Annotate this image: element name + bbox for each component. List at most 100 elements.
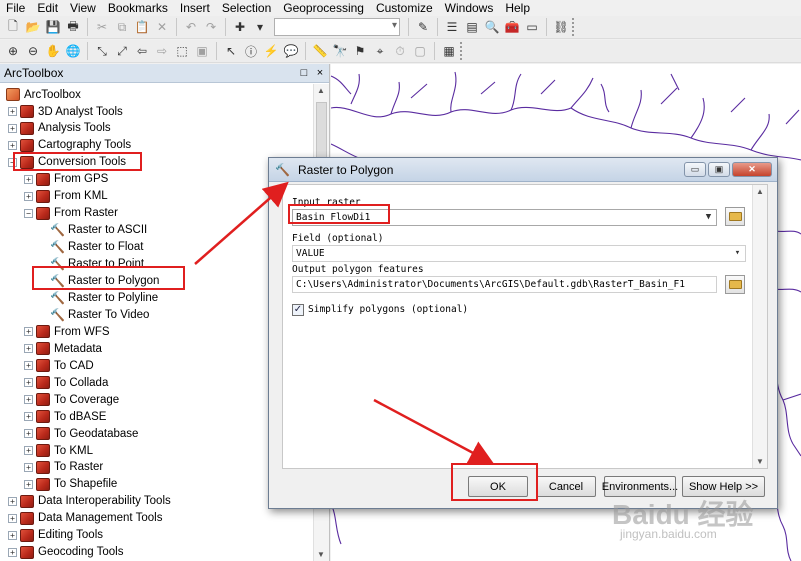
tree-root[interactable]: ArcToolbox xyxy=(6,86,81,103)
expand-icon[interactable]: + xyxy=(8,496,17,506)
identify-icon[interactable]: ⓘ xyxy=(242,42,260,60)
save-icon[interactable]: 💾 xyxy=(44,18,62,36)
expand-icon[interactable]: + xyxy=(24,378,33,388)
expand-icon[interactable]: + xyxy=(24,412,33,422)
expand-icon[interactable]: + xyxy=(24,327,33,337)
menu-bookmarks[interactable]: Bookmarks xyxy=(102,1,174,15)
menu-customize[interactable]: Customize xyxy=(370,1,439,15)
tree-item[interactable]: + To Geodatabase xyxy=(24,425,138,442)
menu-geoprocessing[interactable]: Geoprocessing xyxy=(277,1,370,15)
cut-icon[interactable]: ✂ xyxy=(93,18,111,36)
expand-icon[interactable]: + xyxy=(24,479,33,489)
tree-item[interactable]: 🔨 Raster to ASCII xyxy=(50,222,147,239)
tree-item[interactable]: 🔨 Raster to Point xyxy=(50,256,144,273)
find-route-icon[interactable]: ⚑ xyxy=(351,42,369,60)
chevron-down-icon[interactable]: ▾ xyxy=(731,247,744,260)
editor-toolbar-icon[interactable]: ✎ xyxy=(414,18,432,36)
full-extent-icon[interactable]: 🌐 xyxy=(64,42,82,60)
arctoolbox-icon[interactable]: 🧰 xyxy=(503,18,521,36)
chevron-down-icon[interactable]: ▼ xyxy=(702,211,715,224)
zoom-in-icon[interactable]: ⊕ xyxy=(4,42,22,60)
select-elements-icon[interactable]: ↖ xyxy=(222,42,240,60)
menu-help[interactable]: Help xyxy=(499,1,536,15)
close-icon[interactable]: × xyxy=(313,67,327,79)
hyperlink-icon[interactable]: ⚡ xyxy=(262,42,280,60)
cancel-button[interactable]: Cancel xyxy=(536,476,596,497)
time-slider-icon[interactable]: ⏱ xyxy=(391,42,409,60)
open-folder-icon[interactable]: 📂 xyxy=(24,18,42,36)
new-document-icon[interactable]: 🗋 xyxy=(4,18,22,36)
html-popup-icon[interactable]: 💬 xyxy=(282,42,300,60)
tree-item[interactable]: − Conversion Tools xyxy=(8,154,126,171)
print-icon[interactable]: 🖶 xyxy=(64,18,82,36)
tree-item[interactable]: + Data Interoperability Tools xyxy=(8,493,171,510)
browse-output-button[interactable] xyxy=(725,275,745,294)
fixed-zoom-in-icon[interactable]: ⤡ xyxy=(93,42,111,60)
simplify-checkbox[interactable]: ✓ xyxy=(292,304,304,316)
expand-icon[interactable]: + xyxy=(8,530,17,540)
undo-icon[interactable]: ↶ xyxy=(182,18,200,36)
delete-icon[interactable]: ✕ xyxy=(153,18,171,36)
dialog-scrollbar[interactable]: ▲ ▼ xyxy=(752,185,767,468)
scroll-up-icon[interactable]: ▲ xyxy=(317,86,325,95)
expand-icon[interactable]: + xyxy=(8,547,17,557)
collapse-icon[interactable]: − xyxy=(24,208,33,218)
menu-file[interactable]: File xyxy=(0,1,31,15)
expand-icon[interactable]: + xyxy=(8,140,17,150)
map-scale-combo[interactable] xyxy=(274,18,400,36)
tree-item[interactable]: + Data Management Tools xyxy=(8,510,162,527)
menu-view[interactable]: View xyxy=(64,1,102,15)
scroll-up-icon[interactable]: ▲ xyxy=(756,187,764,196)
add-data-icon[interactable]: ✚ xyxy=(231,18,249,36)
tree-item[interactable]: 🔨 Raster to Float xyxy=(50,239,143,256)
menu-insert[interactable]: Insert xyxy=(174,1,216,15)
tree-item[interactable]: 🔨 Raster To Video xyxy=(50,306,149,323)
expand-icon[interactable]: + xyxy=(24,174,33,184)
expand-icon[interactable]: + xyxy=(24,429,33,439)
measure-icon[interactable]: 📏 xyxy=(311,42,329,60)
model-builder-icon[interactable]: ⛓ xyxy=(552,18,570,36)
expand-icon[interactable]: + xyxy=(8,513,17,523)
forward-arrow-icon[interactable]: ⇨ xyxy=(153,42,171,60)
pin-icon[interactable]: □ xyxy=(297,67,311,79)
scroll-down-icon[interactable]: ▼ xyxy=(756,457,764,466)
tree-item[interactable]: + Cartography Tools xyxy=(8,137,131,154)
tree-item[interactable]: + To Shapefile xyxy=(24,476,117,493)
tree-item[interactable]: + Metadata xyxy=(24,340,102,357)
clear-selection-icon[interactable]: ▣ xyxy=(193,42,211,60)
zoom-out-icon[interactable]: ⊖ xyxy=(24,42,42,60)
output-polygon-field[interactable]: C:\Users\Administrator\Documents\ArcGIS\… xyxy=(292,276,717,293)
toolbar-grip[interactable] xyxy=(460,42,464,60)
find-icon[interactable]: 🔭 xyxy=(331,42,349,60)
go-to-xy-icon[interactable]: ⌖ xyxy=(371,42,389,60)
table-of-contents-icon[interactable]: ☰ xyxy=(443,18,461,36)
python-window-icon[interactable]: ▭ xyxy=(523,18,541,36)
expand-icon[interactable]: + xyxy=(24,446,33,455)
tree-item[interactable]: + To KML xyxy=(24,442,93,459)
expand-icon[interactable]: + xyxy=(24,191,33,201)
pan-icon[interactable]: ✋ xyxy=(44,42,62,60)
tree-item[interactable]: + To dBASE xyxy=(24,408,106,425)
paste-icon[interactable]: 📋 xyxy=(133,18,151,36)
tree-item[interactable]: + Geocoding Tools xyxy=(8,544,123,561)
tree-item[interactable]: + To Raster xyxy=(24,459,103,476)
menu-edit[interactable]: Edit xyxy=(31,1,64,15)
expand-icon[interactable]: + xyxy=(24,462,33,472)
back-arrow-icon[interactable]: ⇦ xyxy=(133,42,151,60)
create-viewer-window-icon[interactable]: ▢ xyxy=(411,42,429,60)
expand-icon[interactable]: + xyxy=(24,361,33,371)
redo-icon[interactable]: ↷ xyxy=(202,18,220,36)
tree-item[interactable]: + To CAD xyxy=(24,357,94,374)
tree-item[interactable]: + To Coverage xyxy=(24,391,119,408)
ok-button[interactable]: OK xyxy=(468,476,528,497)
catalog-window-icon[interactable]: ▤ xyxy=(463,18,481,36)
tree-item[interactable]: + From WFS xyxy=(24,323,110,340)
tree-item[interactable]: + From GPS xyxy=(24,171,108,188)
expand-icon[interactable]: + xyxy=(24,344,33,354)
tree-item[interactable]: 🔨 Raster to Polyline xyxy=(50,289,158,306)
tree-item[interactable]: − From Raster xyxy=(24,205,118,222)
expand-icon[interactable]: + xyxy=(8,107,17,116)
collapse-icon[interactable]: − xyxy=(8,157,17,167)
tree-item[interactable]: 🔨 Raster to Polygon xyxy=(50,273,159,290)
tree-item[interactable]: + Analysis Tools xyxy=(8,120,111,137)
